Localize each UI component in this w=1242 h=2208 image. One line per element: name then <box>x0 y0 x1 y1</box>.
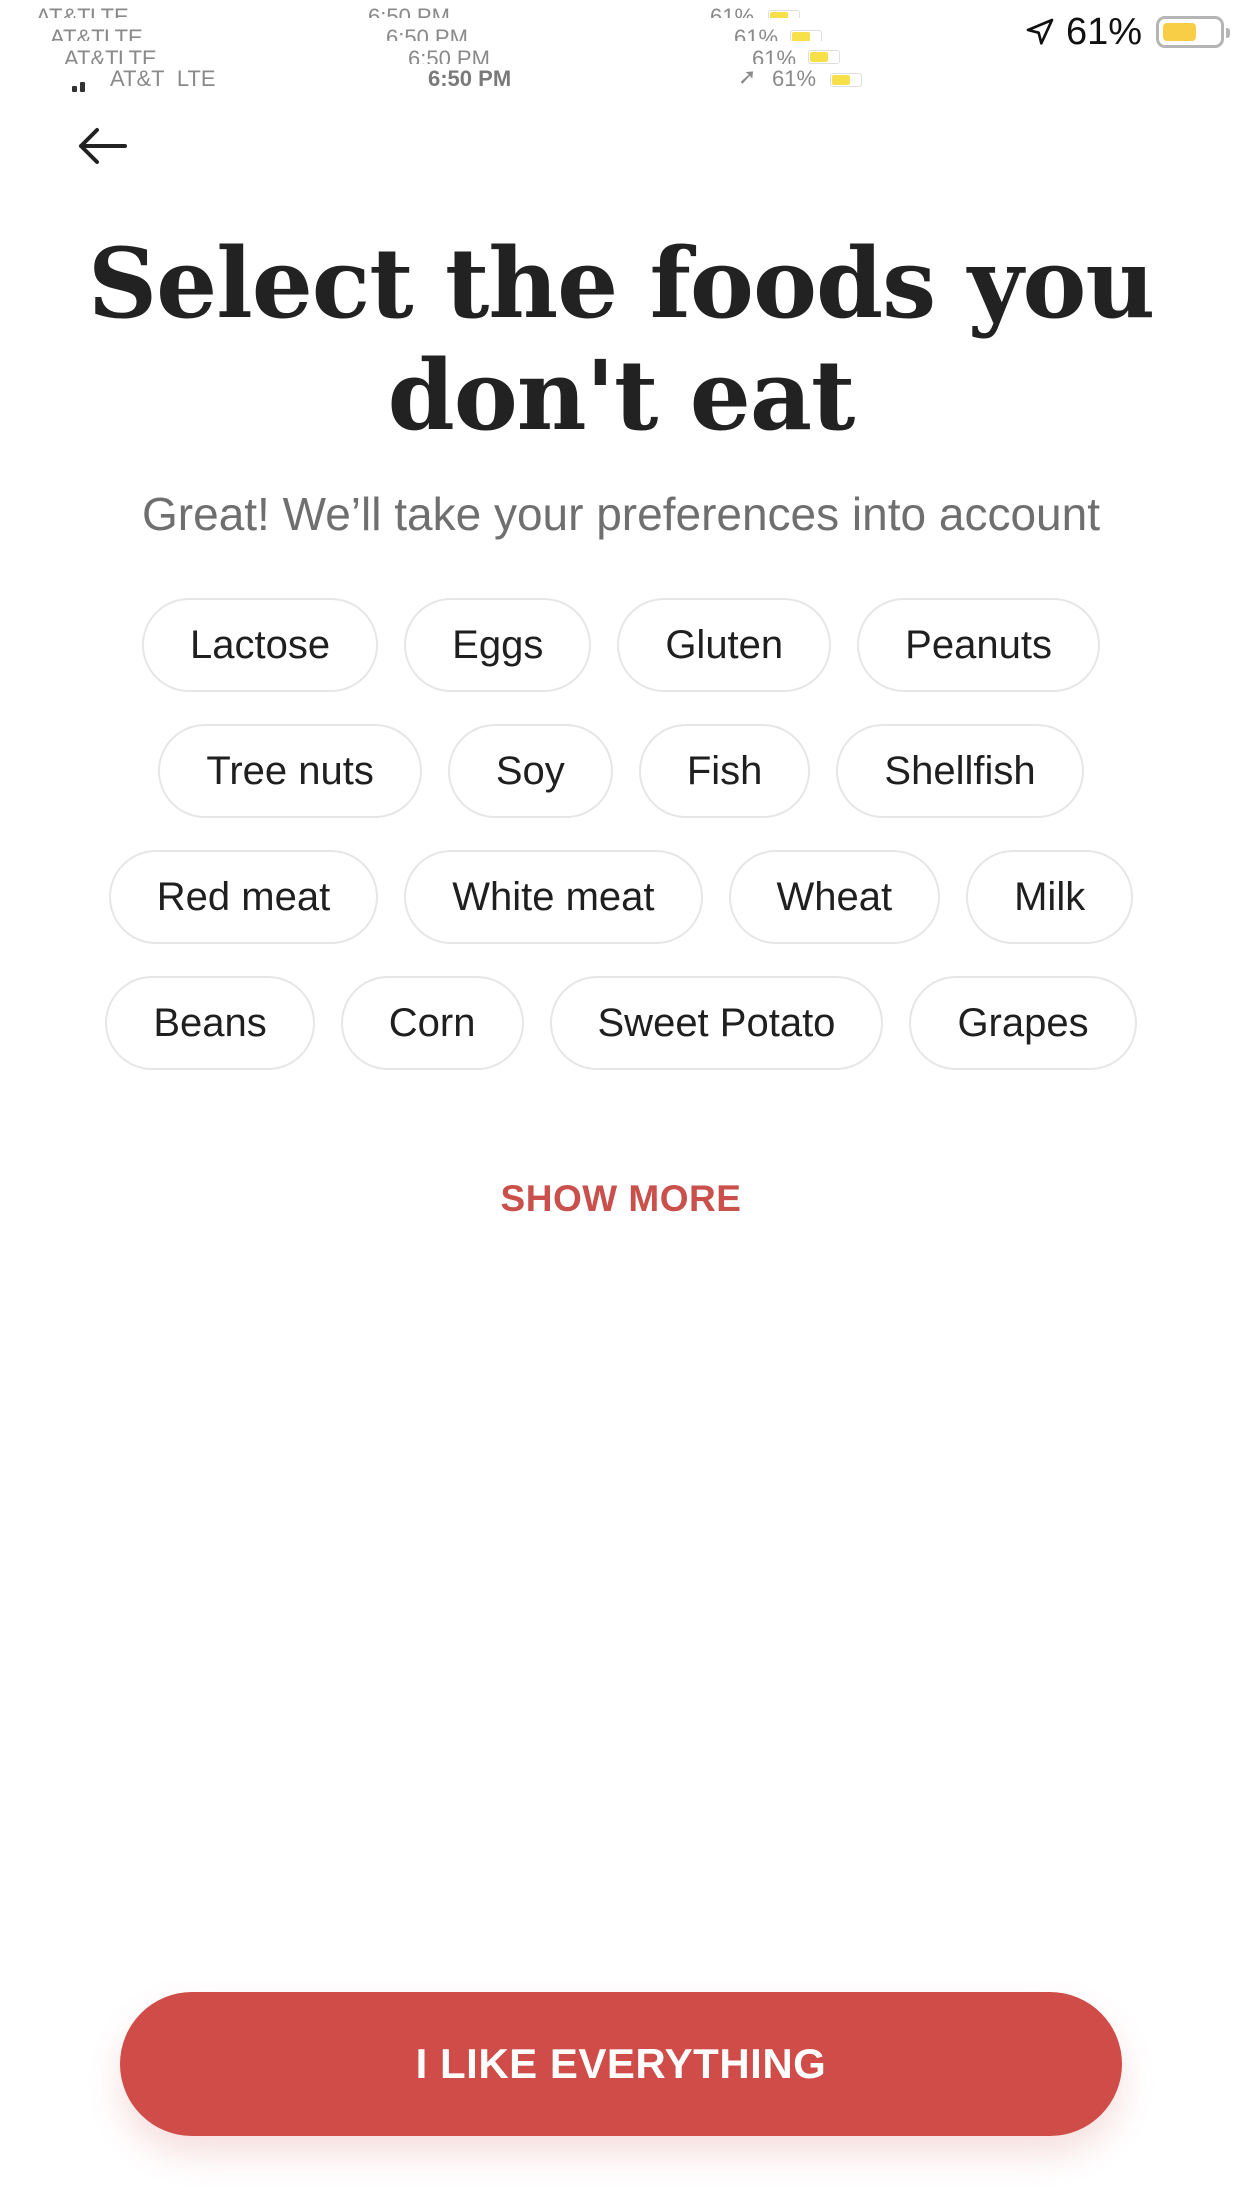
battery-cap <box>1226 28 1230 38</box>
battery-icon <box>830 73 862 87</box>
ghost-status-row: AT&T LTE 6:50 PM ➚ 61% <box>0 64 1242 96</box>
food-chip-group: Lactose Eggs Gluten Peanuts Tree nuts Soy Fish… <box>0 598 1242 1102</box>
food-chip-white-meat[interactable]: White meat <box>404 850 703 944</box>
food-chip-grapes[interactable]: Grapes <box>909 976 1137 1070</box>
food-chip-beans[interactable]: Beans <box>105 976 315 1070</box>
food-chip-soy[interactable]: Soy <box>447 724 613 818</box>
page-title: Select the foods you don't eat <box>87 227 1155 452</box>
food-chip-wheat[interactable]: Wheat <box>728 850 941 944</box>
food-chip-red-meat[interactable]: Red meat <box>108 850 379 944</box>
food-chip-lactose[interactable]: Lactose <box>142 598 379 692</box>
signal-icon <box>72 78 88 92</box>
chip-row: Red meat White meat Wheat Milk <box>0 850 1242 944</box>
location-arrow-icon <box>1026 18 1054 45</box>
status-bar-right: 61% <box>1024 10 1230 54</box>
status-bar: AT&T LTE 6:50 PM 61% AT&T LTE 6:50 PM 61… <box>0 0 1242 100</box>
battery-icon <box>1156 16 1230 48</box>
arrow-left-icon <box>79 128 127 164</box>
show-more-link[interactable]: SHOW MORE <box>0 1178 1242 1220</box>
chip-row: Tree nuts Soy Fish Shellfish <box>0 724 1242 818</box>
food-chip-shellfish[interactable]: Shellfish <box>836 724 1084 818</box>
food-chip-tree-nuts[interactable]: Tree nuts <box>158 724 422 818</box>
i-like-everything-button[interactable]: I LIKE EVERYTHING <box>120 1992 1122 2136</box>
food-chip-milk[interactable]: Milk <box>966 850 1134 944</box>
battery-percent: 61% <box>1065 10 1142 53</box>
page-subtitle: Great! We’ll take your preferences into … <box>142 488 1100 540</box>
carrier-label: AT&T LTE <box>110 66 216 91</box>
food-chip-fish[interactable]: Fish <box>638 724 811 818</box>
ghost-battery-percent: 61% <box>772 66 817 91</box>
food-chip-gluten[interactable]: Gluten <box>617 598 832 692</box>
food-chip-corn[interactable]: Corn <box>340 976 524 1070</box>
chip-row: Beans Corn Sweet Potato Grapes <box>0 976 1242 1070</box>
food-chip-sweet-potato[interactable]: Sweet Potato <box>549 976 884 1070</box>
food-chip-eggs[interactable]: Eggs <box>404 598 592 692</box>
food-chip-peanuts[interactable]: Peanuts <box>857 598 1100 692</box>
ghost-time: 6:50 PM <box>428 66 512 91</box>
battery-fill <box>1163 23 1196 41</box>
location-icon: ➚ <box>738 64 757 89</box>
back-button[interactable] <box>70 118 134 174</box>
chip-row: Lactose Eggs Gluten Peanuts <box>0 598 1242 692</box>
